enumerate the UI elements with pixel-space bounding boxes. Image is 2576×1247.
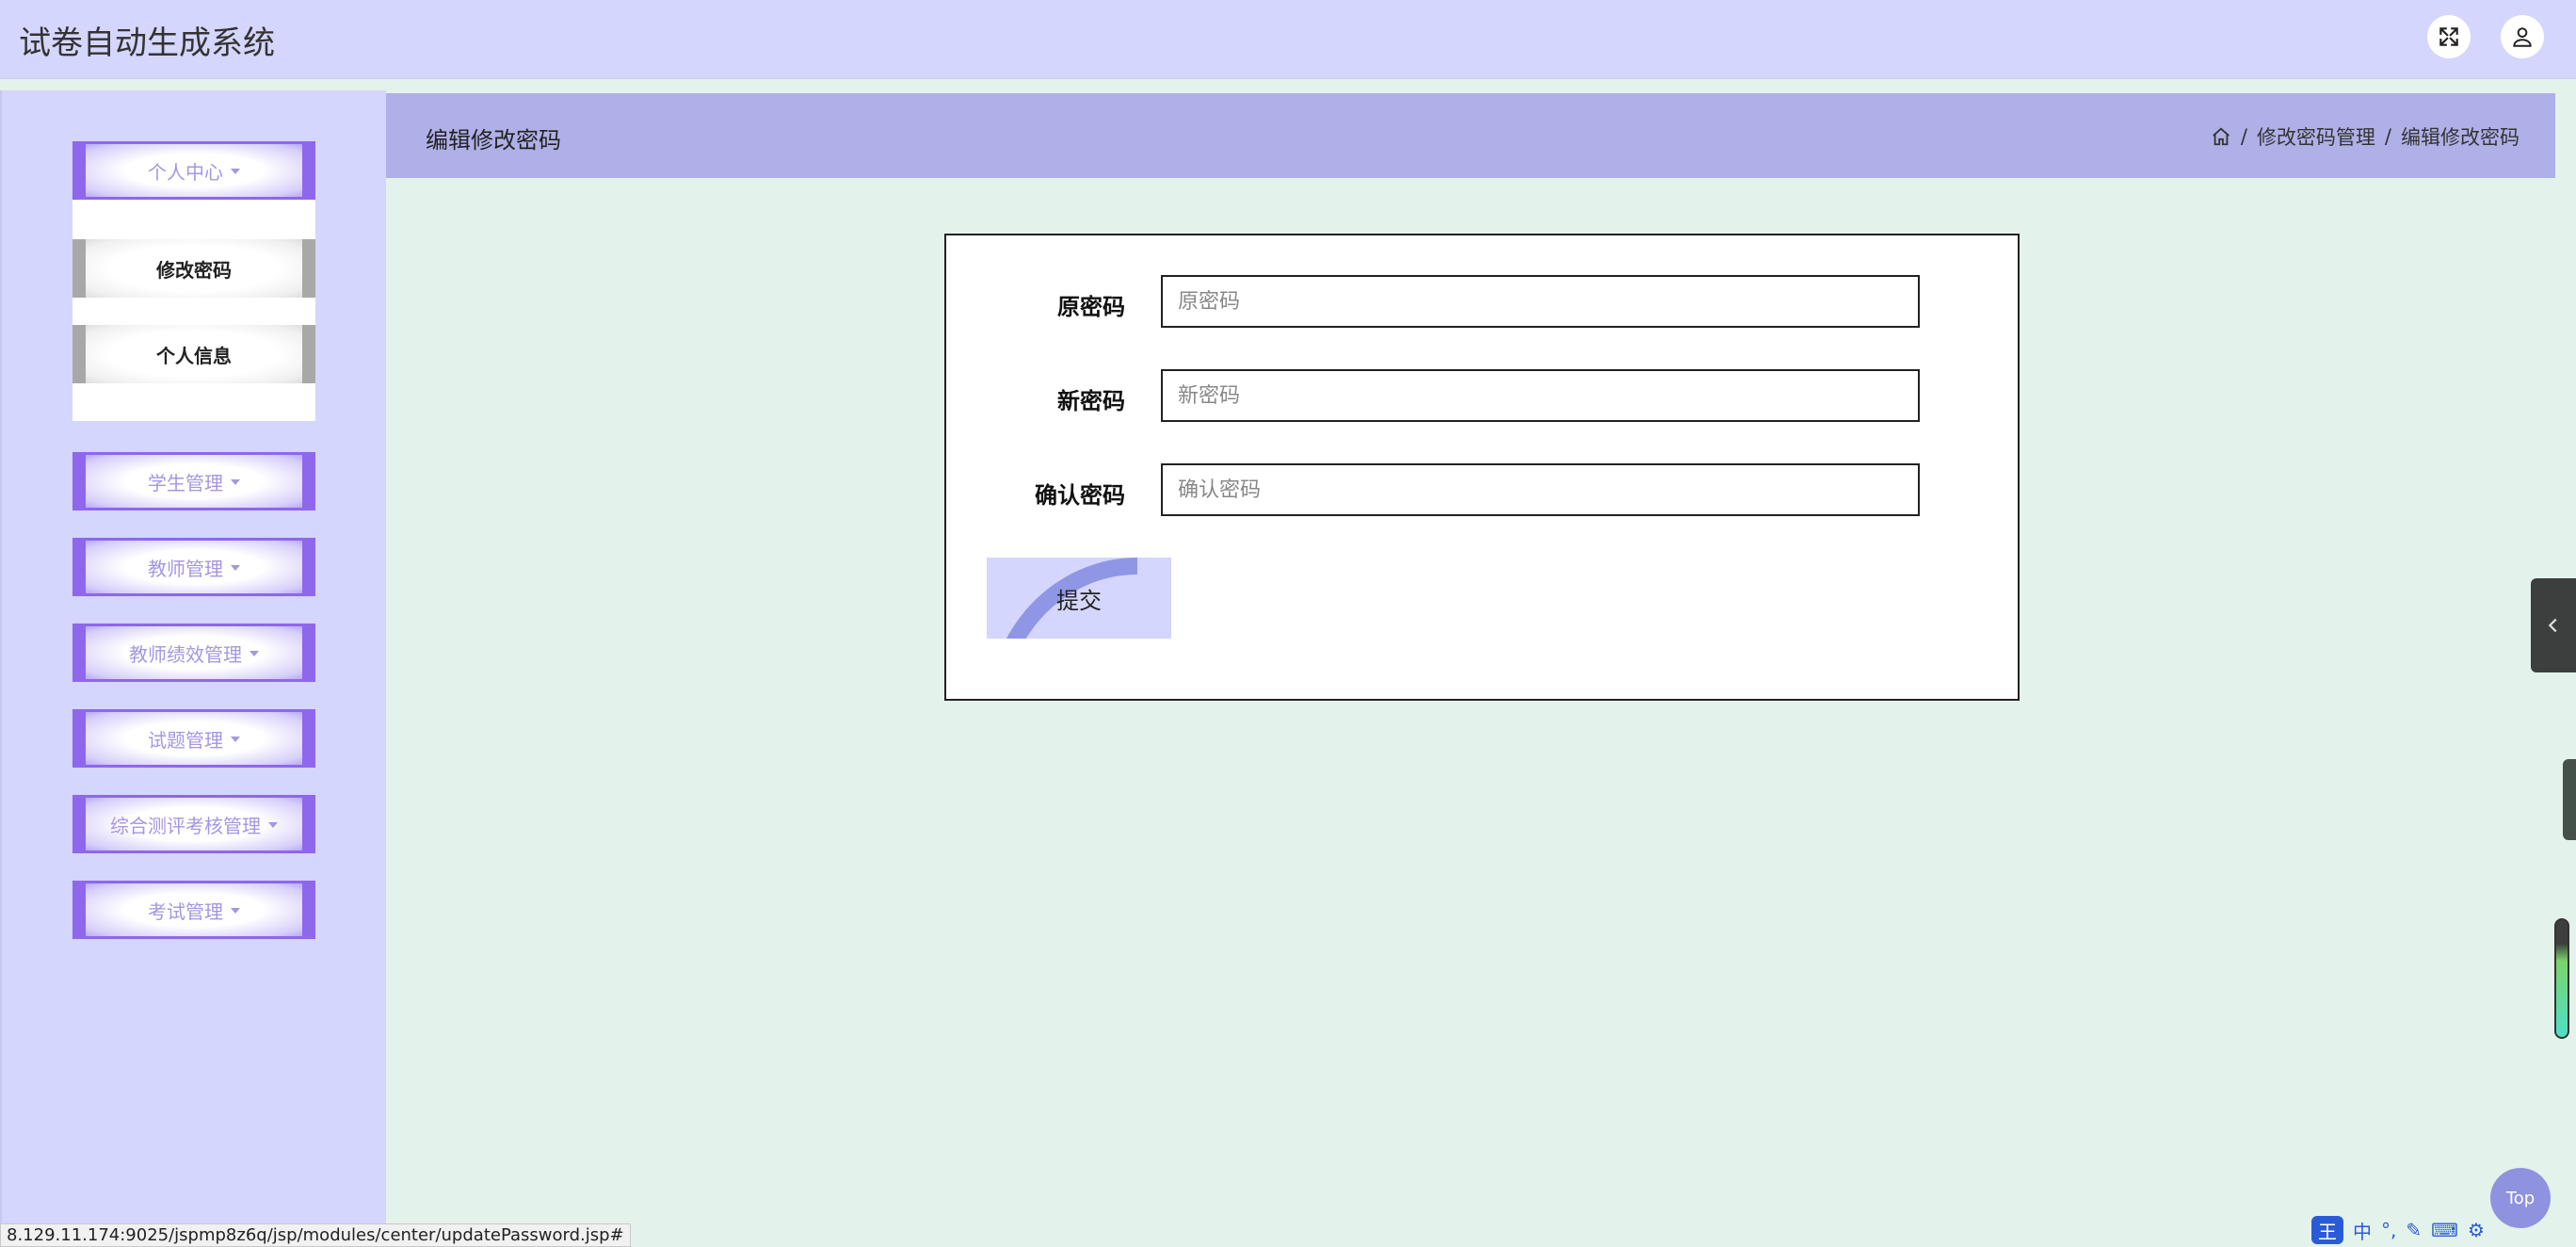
- breadcrumb-item-current: 编辑修改密码: [2401, 126, 2520, 149]
- fullscreen-button[interactable]: [2427, 15, 2471, 58]
- ime-toolbar: 王 中 °, ✎ ⌨ ⚙: [2311, 1215, 2485, 1245]
- home-icon[interactable]: [2211, 126, 2231, 147]
- side-tab[interactable]: [2563, 759, 2576, 840]
- top-header: 试卷自动生成系统: [0, 0, 2576, 79]
- page-header: 编辑修改密码 / 修改密码管理 / 编辑修改密码: [386, 93, 2555, 178]
- caret-down-icon: [231, 908, 240, 914]
- sidebar-subitem-change-password[interactable]: 修改密码: [72, 239, 315, 298]
- sidebar-item-exam-management[interactable]: 考试管理: [72, 881, 315, 939]
- form-row-new-password: 新密码: [946, 369, 2018, 424]
- caret-down-icon: [231, 479, 240, 485]
- status-bar-url: 8.129.11.174:9025/jspmp8z6q/jsp/modules/…: [0, 1223, 631, 1247]
- sidebar-item-personal-center[interactable]: 个人中心: [72, 141, 315, 200]
- sidebar-item-label: 考试管理: [148, 899, 223, 923]
- breadcrumb: / 修改密码管理 / 编辑修改密码: [2211, 122, 2520, 151]
- expand-icon: [2439, 27, 2458, 46]
- side-panel-toggle[interactable]: [2531, 578, 2576, 672]
- new-password-input[interactable]: [1161, 369, 1920, 422]
- new-password-label: 新密码: [1057, 387, 1125, 414]
- user-icon: [2513, 27, 2532, 47]
- page-title: 编辑修改密码: [426, 127, 561, 154]
- old-password-label: 原密码: [1057, 293, 1125, 320]
- sidebar-item-label: 教师管理: [148, 557, 223, 580]
- caret-down-icon: [250, 651, 259, 656]
- sidebar-item-label: 个人中心: [148, 160, 223, 184]
- ime-handwriting-icon[interactable]: ✎: [2406, 1219, 2422, 1241]
- sidebar-item-evaluation-management[interactable]: 综合测评考核管理: [72, 795, 315, 853]
- sidebar-group-personal-center: 个人中心 修改密码 个人信息: [72, 141, 315, 421]
- sidebar-item-question-management[interactable]: 试题管理: [72, 709, 315, 768]
- sidebar-item-label: 综合测评考核管理: [110, 814, 261, 837]
- user-menu-button[interactable]: [2501, 15, 2544, 58]
- sidebar-item-label: 学生管理: [148, 471, 223, 494]
- sidebar-item-student-management[interactable]: 学生管理: [72, 452, 315, 510]
- password-form: 原密码 新密码 确认密码 提交: [944, 234, 2020, 701]
- sidebar-item-label: 试题管理: [148, 728, 223, 752]
- sidebar-subitem-label: 个人信息: [86, 325, 302, 383]
- scroll-progress-widget[interactable]: [2554, 918, 2569, 1039]
- sidebar-subitem-personal-info[interactable]: 个人信息: [72, 325, 315, 383]
- sidebar-item-label: 教师绩效管理: [129, 642, 242, 666]
- sidebar-submenu: 修改密码 个人信息: [72, 200, 315, 421]
- form-row-confirm-password: 确认密码: [946, 463, 2018, 518]
- confirm-password-input[interactable]: [1161, 463, 1920, 516]
- chevron-left-icon: [2548, 618, 2557, 633]
- app-title: 试卷自动生成系统: [19, 24, 275, 62]
- ime-keyboard-icon[interactable]: ⌨: [2431, 1219, 2458, 1241]
- back-to-top-button[interactable]: Top: [2490, 1168, 2551, 1228]
- sidebar: 个人中心 修改密码 个人信息 学生管理 教师管理 教师绩效管理 试题管理 综合测…: [0, 90, 386, 1247]
- ime-language-toggle[interactable]: 中: [2353, 1217, 2372, 1244]
- confirm-password-label: 确认密码: [1035, 481, 1125, 509]
- submit-button[interactable]: 提交: [987, 558, 1171, 639]
- caret-down-icon: [231, 169, 240, 174]
- caret-down-icon: [231, 565, 240, 571]
- caret-down-icon: [231, 737, 240, 742]
- submit-button-label: 提交: [1056, 587, 1102, 614]
- ime-logo-icon[interactable]: 王: [2311, 1216, 2343, 1244]
- form-row-old-password: 原密码: [946, 275, 2018, 330]
- breadcrumb-separator: /: [2240, 125, 2247, 148]
- breadcrumb-separator: /: [2384, 125, 2391, 148]
- ime-settings-icon[interactable]: ⚙: [2468, 1219, 2485, 1241]
- caret-down-icon: [268, 822, 278, 828]
- old-password-input[interactable]: [1161, 275, 1920, 328]
- sidebar-subitem-label: 修改密码: [86, 239, 302, 298]
- sidebar-item-teacher-performance[interactable]: 教师绩效管理: [72, 624, 315, 682]
- sidebar-item-teacher-management[interactable]: 教师管理: [72, 538, 315, 596]
- ime-punctuation-icon[interactable]: °,: [2381, 1219, 2396, 1241]
- breadcrumb-item-password-management[interactable]: 修改密码管理: [2257, 122, 2375, 151]
